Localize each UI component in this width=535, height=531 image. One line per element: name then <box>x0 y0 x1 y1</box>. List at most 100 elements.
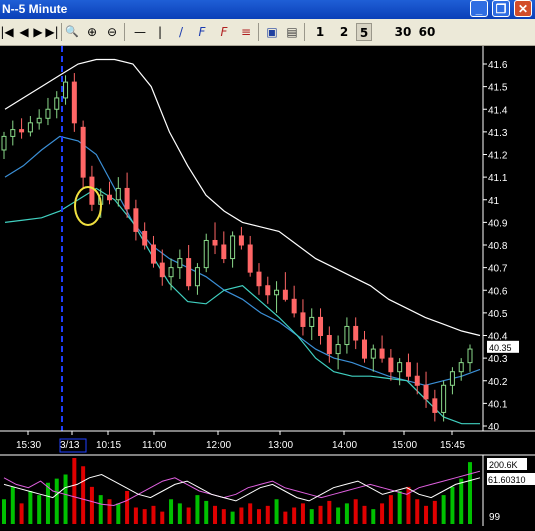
candle-body <box>361 339 367 359</box>
time-tick-label: 10:15 <box>96 440 121 451</box>
book-icon[interactable]: ▣ <box>264 23 280 41</box>
price-chart[interactable]: 41.6 41.5 41.4 41.3 41.2 41.1 41 40.9 40.8 40.7 40… <box>0 46 535 526</box>
candle-body <box>432 398 438 413</box>
price-tick-label: 40.3 <box>488 354 508 365</box>
minimize-button[interactable]: _ <box>470 0 488 17</box>
restore-button[interactable]: ❐ <box>492 0 510 17</box>
volume-bar <box>230 511 235 524</box>
oscillator-badge: 61.60310 <box>488 475 526 485</box>
print-icon[interactable]: ▤ <box>284 23 300 41</box>
close-button[interactable]: ✕ <box>514 0 532 17</box>
candle-body <box>344 325 350 346</box>
lines-icon[interactable]: ≡ <box>238 23 254 41</box>
lower-band-line <box>4 187 480 425</box>
volume-bar <box>195 495 200 524</box>
candle-body <box>274 289 280 296</box>
volume-bar <box>160 511 165 524</box>
volume-bar <box>10 486 15 524</box>
last-icon[interactable]: ▶| <box>44 23 60 41</box>
candle-body <box>142 230 148 246</box>
candle-body <box>63 81 69 99</box>
fib-ext-icon[interactable]: F <box>216 23 232 41</box>
period-1-button[interactable]: 1 <box>312 23 328 41</box>
volume-bar <box>283 511 288 524</box>
price-tick-label: 41.2 <box>488 151 508 162</box>
volume-bar <box>28 491 33 524</box>
candle-body <box>10 129 16 137</box>
price-tick-label: 40.5 <box>488 309 508 320</box>
price-tick-label: 40.6 <box>488 286 508 297</box>
volume-bar <box>239 507 244 524</box>
hline-icon[interactable]: — <box>132 23 148 41</box>
price-tick-label: 41.3 <box>488 128 508 139</box>
volume-bar <box>309 509 314 524</box>
volume-bar <box>125 491 130 524</box>
vline-icon[interactable]: | <box>154 23 166 41</box>
candle-body <box>71 81 77 124</box>
candle-body <box>291 298 297 314</box>
time-tick-label: 12:00 <box>206 440 231 451</box>
price-tick-label: 40.1 <box>488 399 508 410</box>
volume-bar <box>248 503 253 524</box>
volume-bar <box>344 503 349 524</box>
period-30-button[interactable]: 30 <box>394 23 412 41</box>
volume-bar <box>19 503 24 524</box>
volume-bar <box>169 499 174 524</box>
volume-bar <box>300 503 305 524</box>
period-2-button[interactable]: 2 <box>336 23 352 41</box>
candle-body <box>309 316 315 327</box>
trendline-icon[interactable]: / <box>174 23 188 41</box>
volume-bar <box>468 462 472 524</box>
candle-body <box>115 187 121 201</box>
candle-body <box>238 235 244 246</box>
candle-body <box>370 348 376 359</box>
volume-badge: 200.6K <box>489 460 518 470</box>
volume-bar <box>81 466 86 524</box>
zoom-icon[interactable]: 🔍 <box>64 23 80 41</box>
candle-body <box>19 129 25 133</box>
volume-bar <box>336 507 341 524</box>
time-tick-label: 15:30 <box>16 440 41 451</box>
toolbar-divider <box>61 23 62 41</box>
volume-bar <box>459 478 464 524</box>
candle-body <box>326 335 332 355</box>
volume-bar <box>292 507 297 524</box>
volume-bar <box>116 503 121 524</box>
candle-body <box>405 362 411 377</box>
period-60-button[interactable]: 60 <box>418 23 436 41</box>
window-titlebar: N--5 Minute _ ❐ ✕ <box>0 0 535 19</box>
candle-body <box>318 316 324 336</box>
window-title: N--5 Minute <box>2 2 68 16</box>
first-icon[interactable]: |◀ <box>0 23 14 41</box>
candle-body <box>353 325 359 341</box>
time-tick-label: 13:00 <box>268 440 293 451</box>
candle-body <box>441 384 447 413</box>
zoom-out-icon[interactable]: ⊖ <box>104 23 120 41</box>
period-5-button[interactable]: 5 <box>356 23 372 41</box>
last-price-badge: 40.35 <box>489 343 512 353</box>
zoom-in-icon[interactable]: ⊕ <box>84 23 100 41</box>
candle-body <box>388 357 394 373</box>
candle-body <box>458 362 464 373</box>
candle-body <box>107 194 113 201</box>
candle-body <box>186 258 192 287</box>
candle-body <box>36 117 42 124</box>
chart-area[interactable]: 41.6 41.5 41.4 41.3 41.2 41.1 41 40.9 40.8 40.7 40… <box>0 46 535 526</box>
prev-icon[interactable]: ◀ <box>18 23 30 41</box>
candle-body <box>397 362 403 373</box>
volume-bar <box>133 507 138 524</box>
candle-body <box>300 312 306 327</box>
volume-bar <box>441 495 446 524</box>
candle-body <box>150 244 156 264</box>
fib-icon[interactable]: F <box>194 23 210 41</box>
volume-bar <box>63 474 68 524</box>
price-tick-label: 41.5 <box>488 83 508 94</box>
volume-bar <box>388 495 393 524</box>
next-icon[interactable]: ▶ <box>32 23 44 41</box>
volume-bar <box>54 478 59 524</box>
volume-bar <box>142 509 147 524</box>
candle-body <box>335 344 341 355</box>
volume-bar <box>45 482 50 524</box>
volume-bar <box>424 505 429 524</box>
volume-bar <box>327 500 332 524</box>
